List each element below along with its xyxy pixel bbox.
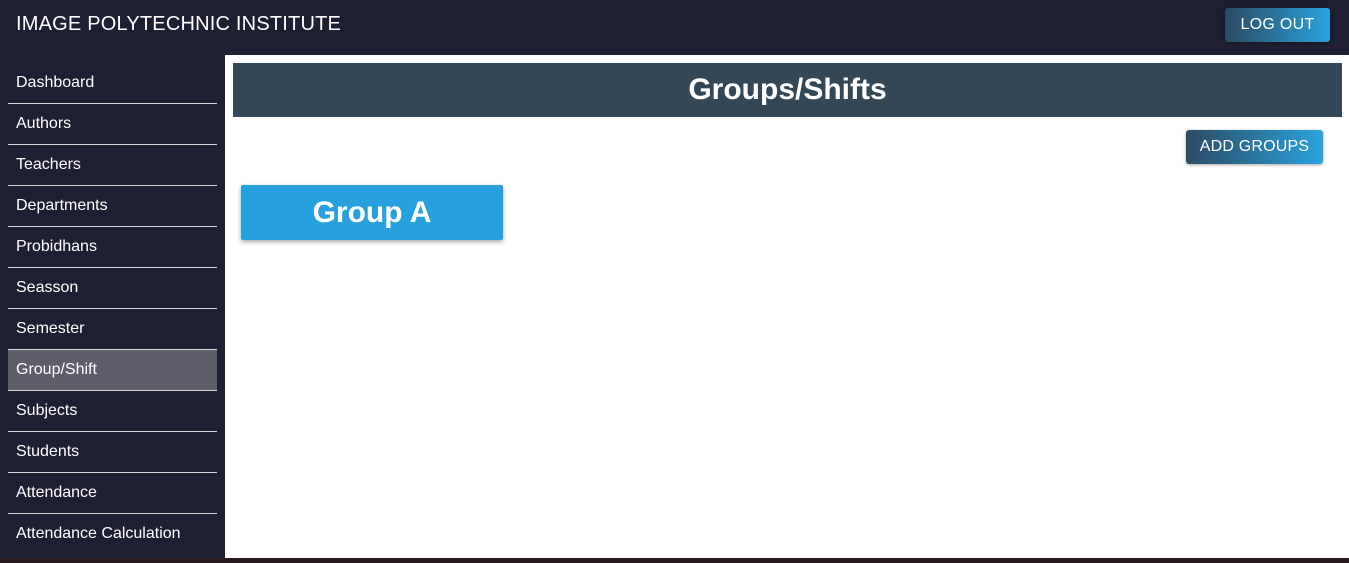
add-groups-button[interactable]: ADD GROUPS — [1186, 130, 1323, 164]
sidebar-item-dashboard[interactable]: Dashboard — [8, 63, 217, 104]
main-content: Groups/Shifts ADD GROUPS Group A — [225, 55, 1349, 558]
app-title: IMAGE POLYTECHNIC INSTITUTE — [16, 13, 342, 35]
sidebar-item-probidhans[interactable]: Probidhans — [8, 227, 217, 268]
sidebar-item-group-shift[interactable]: Group/Shift — [8, 349, 217, 391]
top-navbar: IMAGE POLYTECHNIC INSTITUTE LOG OUT — [0, 0, 1349, 52]
logout-button[interactable]: LOG OUT — [1225, 8, 1330, 42]
sidebar-item-subjects[interactable]: Subjects — [8, 391, 217, 432]
sidebar-item-students[interactable]: Students — [8, 432, 217, 473]
sidebar-item-departments[interactable]: Departments — [8, 186, 217, 227]
sidebar-item-semester[interactable]: Semester — [8, 309, 217, 350]
sidebar-item-teachers[interactable]: Teachers — [8, 145, 217, 186]
page-title: Groups/Shifts — [233, 63, 1342, 117]
bottom-strip — [0, 558, 1349, 563]
sidebar-item-authors[interactable]: Authors — [8, 104, 217, 145]
sidebar-item-attendance-calculation[interactable]: Attendance Calculation — [8, 514, 217, 555]
sidebar: Dashboard Authors Teachers Departments P… — [8, 63, 217, 555]
sidebar-item-seasson[interactable]: Seasson — [8, 268, 217, 309]
group-card[interactable]: Group A — [241, 185, 503, 240]
sidebar-item-attendance[interactable]: Attendance — [8, 473, 217, 514]
